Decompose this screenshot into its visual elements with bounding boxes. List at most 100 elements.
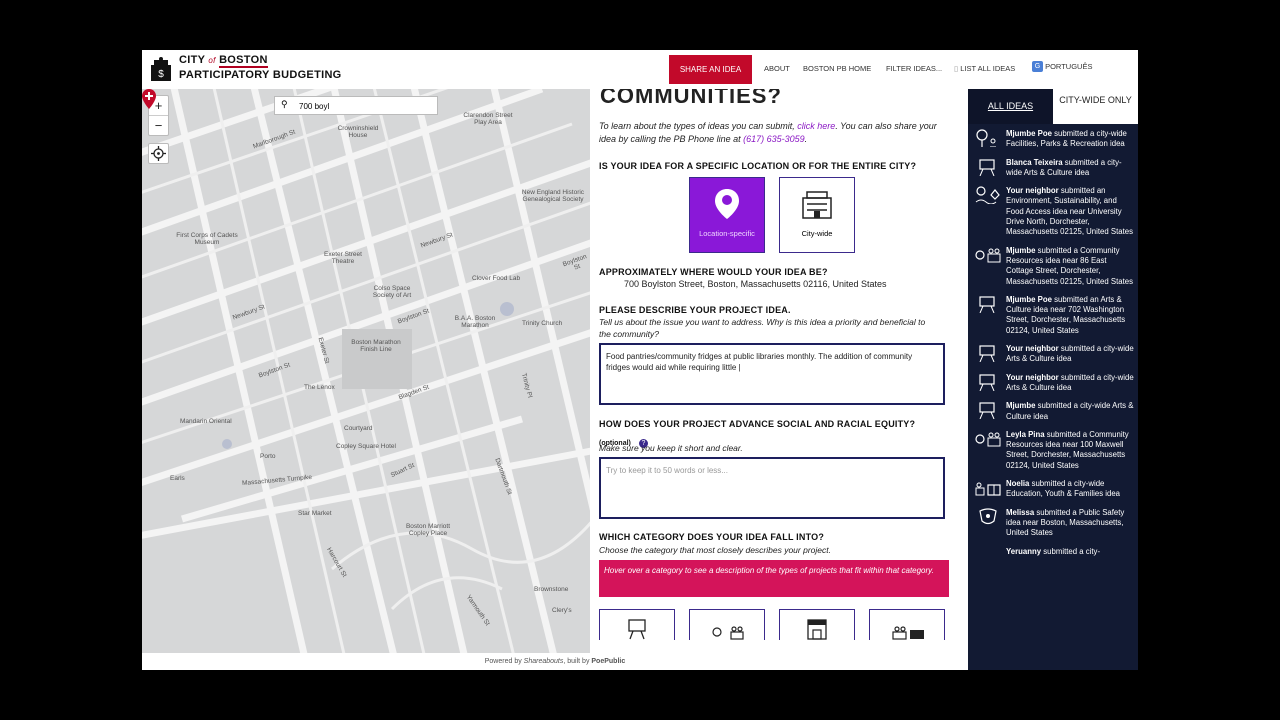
map-label: Crowninshield House <box>337 125 379 139</box>
map-marker-icon[interactable] <box>142 89 156 109</box>
list-icon: ▯ <box>954 64 959 73</box>
translate-icon: G <box>1032 61 1043 72</box>
map-label: Earls <box>170 475 185 482</box>
nav-boston-pb-home[interactable]: BOSTON PB HOME <box>803 64 871 73</box>
map-label: First Corps of Cadets Museum <box>176 232 238 246</box>
feed-item[interactable]: Yeruanny submitted a city- <box>968 545 1138 563</box>
parks-icon <box>976 129 996 147</box>
nav-filter-ideas[interactable]: FILTER IDEAS... <box>886 64 942 73</box>
idea-description-textarea[interactable]: Food pantries/community fridges at publi… <box>599 343 945 405</box>
feed-item[interactable]: Melissa submitted a Public Safety idea n… <box>968 506 1138 545</box>
poepublic-link[interactable]: PoePublic <box>591 658 625 665</box>
powered-by-footer: Powered by Shareabouts, built by PoePubl… <box>142 653 968 670</box>
share-idea-button[interactable]: SHARE AN IDEA <box>669 55 752 84</box>
activity-feed: Mjumbe Poe submitted a city-wide Facilit… <box>968 127 1138 563</box>
zoom-out-button[interactable]: − <box>149 115 168 135</box>
map-label: Clery's <box>552 607 572 614</box>
describe-hint: Tell us about the issue you want to addr… <box>599 317 926 339</box>
feed-item[interactable]: Mjumbe Poe submitted a city-wide Facilit… <box>968 127 1138 156</box>
map-pin-icon <box>715 189 739 219</box>
category-community-resources[interactable] <box>689 609 765 640</box>
family-book-icon <box>975 482 1001 496</box>
map-view[interactable]: + − ⚲ Clarendon Street Play Area Crownin… <box>142 89 590 653</box>
feed-item[interactable]: Noelia submitted a city-wide Education, … <box>968 477 1138 506</box>
category-description-box: Hover over a category to see a descripti… <box>599 560 949 597</box>
feed-item[interactable]: Your neighbor submitted a city-wide Arts… <box>968 342 1138 371</box>
tab-all-ideas[interactable]: ALL IDEAS <box>968 89 1053 124</box>
svg-text:$: $ <box>158 69 164 80</box>
easel-icon <box>979 158 995 176</box>
community-icon <box>975 432 1001 447</box>
question-category: WHICH CATEGORY DOES YOUR IDEA FALL INTO? <box>599 532 825 542</box>
selected-address: 700 Boylston Street, Boston, Massachuset… <box>624 279 887 289</box>
map-label: Courtyard <box>344 425 373 432</box>
community-icon <box>975 248 1001 263</box>
map-label: Clarendon Street Play Area <box>463 112 513 126</box>
category-hint: Choose the category that most closely de… <box>599 545 831 555</box>
top-header: $ CITY of BOSTON PARTICIPATORY BUDGETING… <box>142 50 1138 90</box>
feed-item[interactable]: Leyla Pina submitted a Community Resourc… <box>968 428 1138 477</box>
map-search-box[interactable]: ⚲ <box>274 96 438 115</box>
locate-me-button[interactable] <box>148 143 169 164</box>
tab-city-wide[interactable]: CITY-WIDE ONLY <box>1053 89 1138 124</box>
map-label: New England Historic Genealogical Societ… <box>521 189 585 203</box>
community-icon <box>712 626 744 640</box>
easel-icon <box>979 402 995 420</box>
nav-about[interactable]: ABOUT <box>764 64 790 73</box>
map-label: Porto <box>260 453 276 460</box>
crosshair-icon <box>151 146 166 161</box>
easel-icon <box>628 619 646 640</box>
feed-item[interactable]: Mjumbe submitted a city-wide Arts & Cult… <box>968 399 1138 428</box>
feed-item[interactable]: Blanca Teixeira submitted a city-wide Ar… <box>968 156 1138 185</box>
feed-item[interactable]: Mjumbe submitted a Community Resources i… <box>968 244 1138 293</box>
category-food-access[interactable] <box>779 609 855 640</box>
question-describe: PLEASE DESCRIBE YOUR PROJECT IDEA. <box>599 305 791 315</box>
map-label: B.A.A. Boston Marathon <box>454 315 496 329</box>
map-search-input[interactable] <box>297 98 431 114</box>
map-label: Brownstone <box>534 586 569 593</box>
city-hall-logo-icon: $ <box>151 57 171 81</box>
shop-icon <box>807 619 827 640</box>
easel-icon <box>979 296 995 313</box>
map-label: Star Market <box>298 510 332 517</box>
environment-icon <box>975 186 1000 205</box>
feed-item[interactable]: Your neighbor submitted an Environment, … <box>968 184 1138 243</box>
nav-language[interactable]: G PORTUGUÊS <box>1032 61 1092 72</box>
map-label: Mandarin Oriental <box>180 418 232 425</box>
map-label: Boston Marriott Copley Place <box>405 523 451 537</box>
equity-textarea[interactable]: Try to keep it to 50 words or less... <box>599 457 945 519</box>
map-label: Boston Marathon Finish Line <box>351 339 401 353</box>
ideas-sidebar: ALL IDEAS CITY-WIDE ONLY Mjumbe Poe subm… <box>968 89 1138 670</box>
search-icon: ⚲ <box>281 99 288 109</box>
feed-item[interactable]: Your neighbor submitted a city-wide Arts… <box>968 371 1138 400</box>
location-specific-option[interactable]: Location-specific <box>689 177 765 253</box>
map-streets <box>142 89 590 653</box>
brand-line-1[interactable]: CITY of BOSTON <box>179 54 268 68</box>
map-label: The Lenox <box>304 384 335 391</box>
types-of-ideas-link[interactable]: click here <box>797 121 835 131</box>
phone-link[interactable]: (617) 635-3059 <box>743 134 805 144</box>
map-label: Copley Square Hotel <box>336 443 396 450</box>
question-equity: HOW DOES YOUR PROJECT ADVANCE SOCIAL AND… <box>599 419 916 429</box>
category-education-youth[interactable] <box>869 609 945 640</box>
map-label: Exeter Street Theatre <box>324 251 362 265</box>
easel-icon <box>979 374 995 391</box>
map-label: Trinity Church <box>522 320 563 327</box>
app-frame: $ CITY of BOSTON PARTICIPATORY BUDGETING… <box>142 50 1138 670</box>
category-arts-culture[interactable] <box>599 609 675 640</box>
brand-line-2[interactable]: PARTICIPATORY BUDGETING <box>179 69 342 81</box>
feed-item[interactable]: Mjumbe Poe submitted an Arts & Culture i… <box>968 293 1138 342</box>
easel-icon <box>979 345 995 363</box>
family-book-icon <box>892 626 924 640</box>
close-icon[interactable]: ✕ <box>590 111 594 127</box>
city-hall-icon <box>802 191 832 219</box>
shareabouts-link[interactable]: Shareabouts <box>524 658 564 665</box>
equity-hint: Make sure you keep it short and clear. <box>599 443 743 453</box>
nav-list-all-ideas[interactable]: ▯ LIST ALL IDEAS <box>954 64 1015 73</box>
form-intro: To learn about the types of ideas you ca… <box>599 121 937 144</box>
city-wide-option[interactable]: City-wide <box>779 177 855 253</box>
question-location: IS YOUR IDEA FOR A SPECIFIC LOCATION OR … <box>599 161 917 171</box>
form-title-cutoff: COMMUNITIES? <box>600 89 782 108</box>
map-label: Colso Space Society of Art <box>372 285 412 299</box>
question-where: APPROXIMATELY WHERE WOULD YOUR IDEA BE? <box>599 267 828 277</box>
